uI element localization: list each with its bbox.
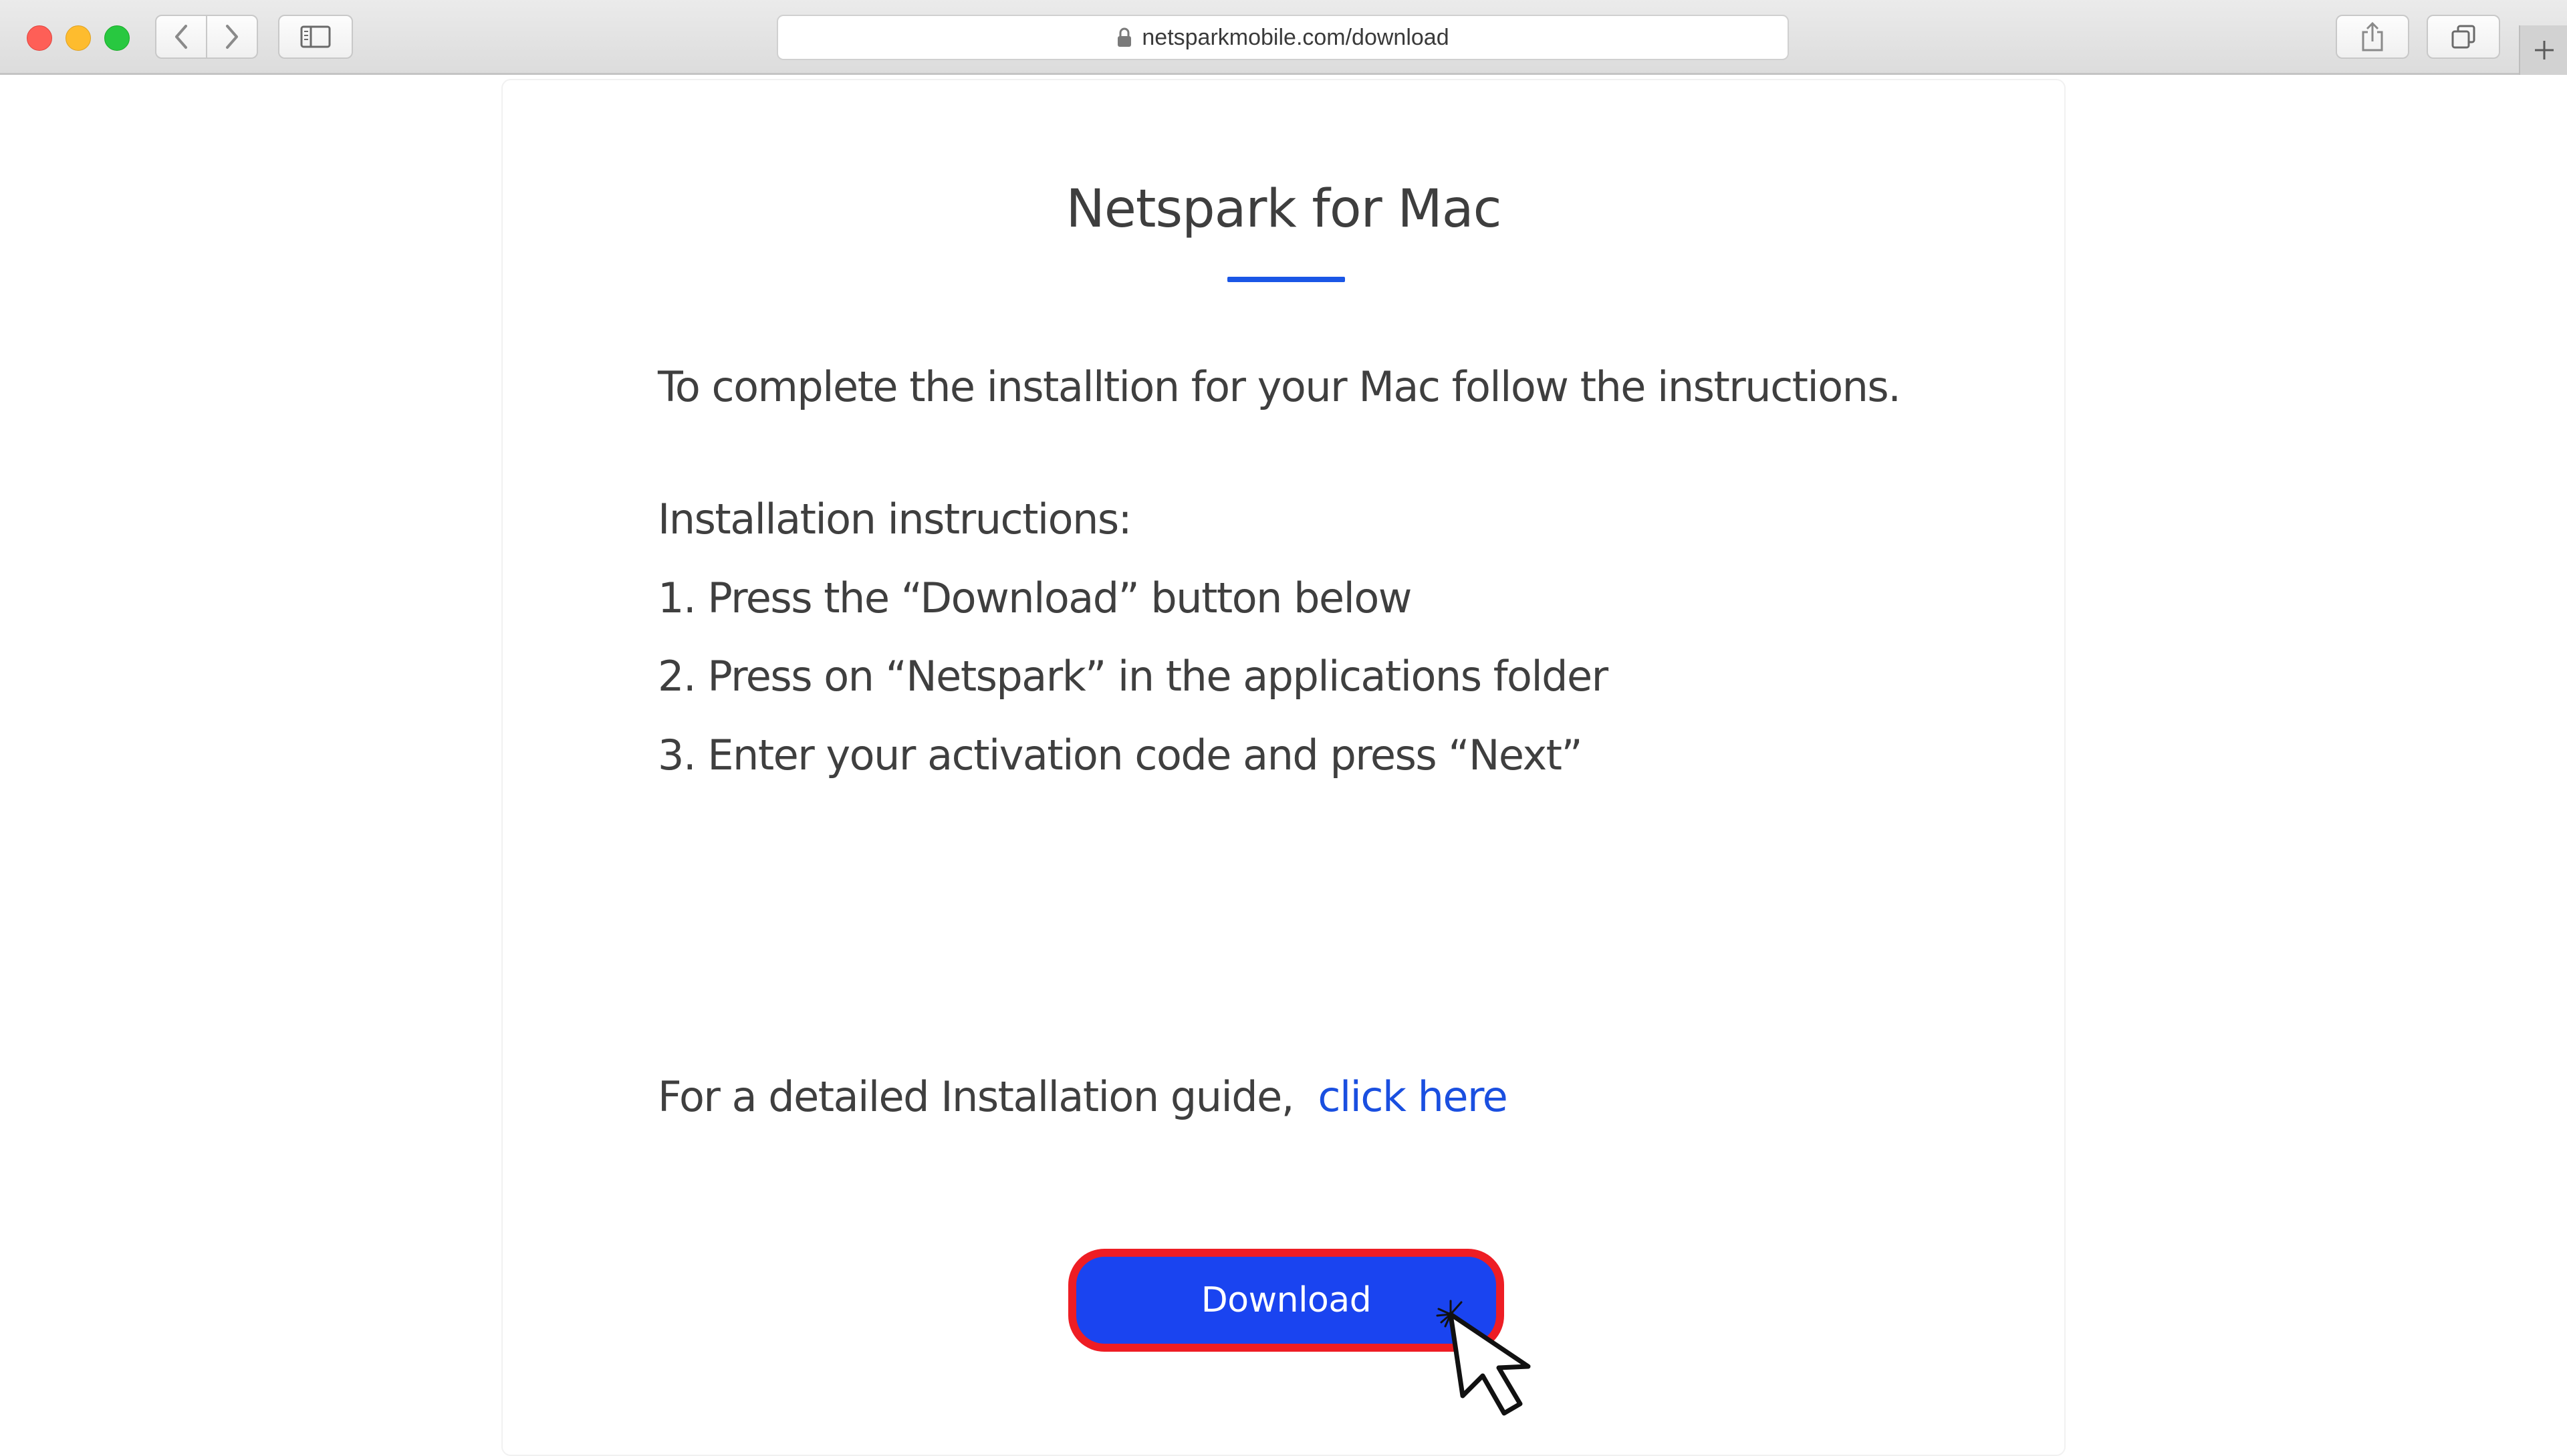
intro-text: To complete the installtion for your Mac… xyxy=(658,362,1901,411)
page-title: Netspark for Mac xyxy=(1066,179,1502,239)
browser-toolbar: netsparkmobile.com/download xyxy=(0,0,2567,75)
plus-icon xyxy=(2535,41,2554,59)
maximize-window-button[interactable] xyxy=(104,25,130,51)
instruction-step: 3. Enter your activation code and press … xyxy=(658,731,1583,779)
close-window-button[interactable] xyxy=(27,25,52,51)
chevron-right-icon xyxy=(226,25,238,49)
guide-text: For a detailed Installation guide, xyxy=(658,1072,1294,1121)
new-tab-button[interactable] xyxy=(2519,25,2567,75)
sidebar-toggle-button[interactable] xyxy=(278,15,353,59)
sidebar-icon xyxy=(300,25,331,48)
tabs-icon xyxy=(2451,25,2475,49)
installation-guide-link[interactable]: click here xyxy=(1318,1072,1507,1121)
pointer-cursor-icon xyxy=(1436,1300,1531,1416)
share-button[interactable] xyxy=(2336,15,2409,59)
address-bar[interactable]: netsparkmobile.com/download xyxy=(777,15,1789,60)
instruction-step: 2. Press on “Netspark” in the applicatio… xyxy=(658,652,1608,701)
url-text: netsparkmobile.com/download xyxy=(1142,24,1449,50)
instructions-heading: Installation instructions: xyxy=(658,495,1132,543)
forward-button[interactable] xyxy=(206,15,258,59)
title-underline xyxy=(1227,277,1345,282)
instruction-step: 1. Press the “Download” button below xyxy=(658,574,1413,622)
lock-icon xyxy=(1118,27,1132,47)
show-tabs-button[interactable] xyxy=(2427,15,2500,59)
share-icon xyxy=(2362,21,2383,51)
chevron-left-icon xyxy=(175,25,187,49)
back-button[interactable] xyxy=(155,15,207,59)
minimize-window-button[interactable] xyxy=(66,25,91,51)
guide-line: For a detailed Installation guide, click… xyxy=(658,1072,1508,1121)
